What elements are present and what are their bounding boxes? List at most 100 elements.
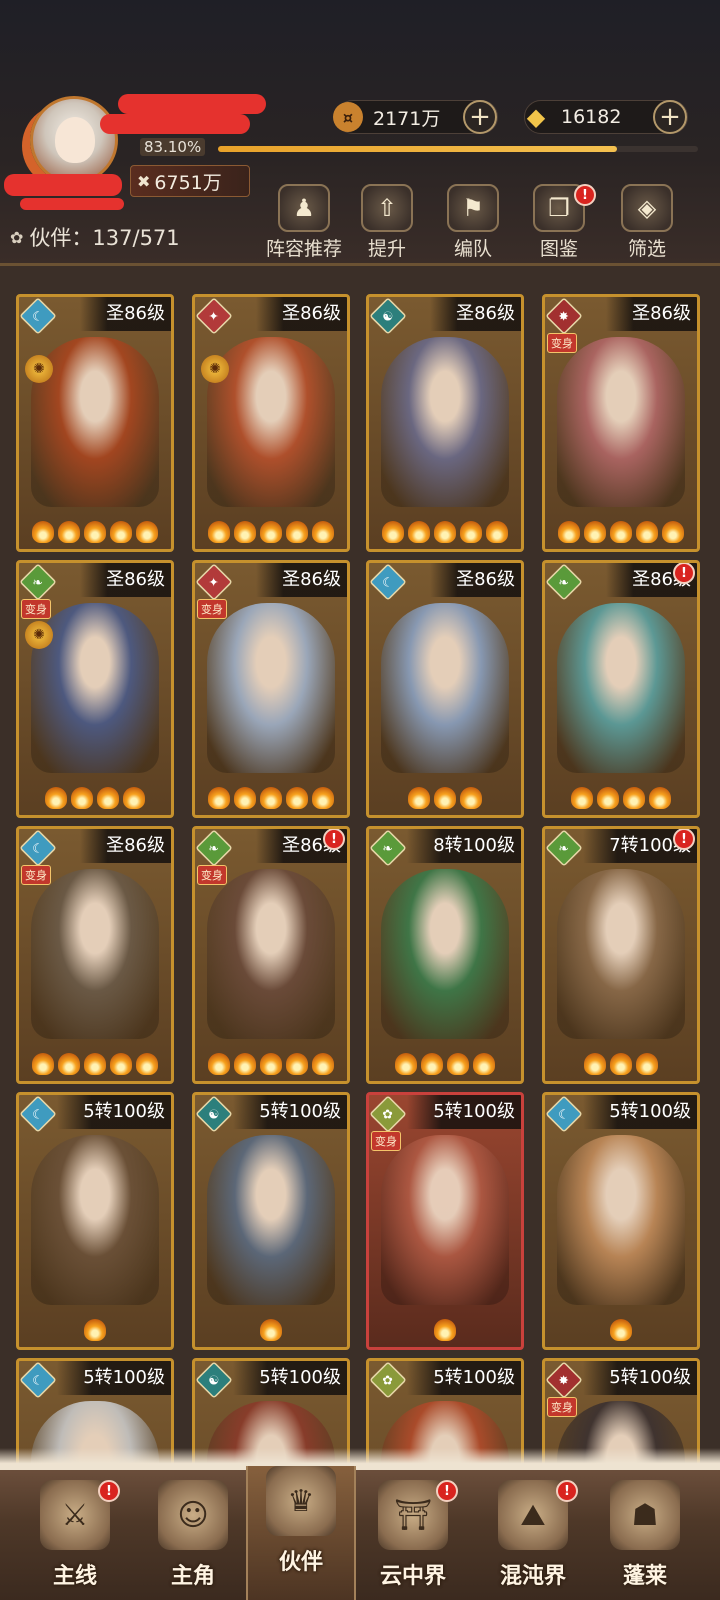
element-icon: ❧ — [195, 829, 233, 867]
flame-icon — [71, 787, 93, 809]
partner-card[interactable]: 圣86级 ✦ ✺ — [192, 294, 350, 552]
partner-level: 圣86级 — [606, 297, 697, 331]
transform-tag: 变身 — [371, 1131, 401, 1151]
partner-card[interactable]: 5转100级 ☯ — [192, 1092, 350, 1350]
flame-icon — [286, 1053, 308, 1075]
flame-icon — [208, 1053, 230, 1075]
flame-icon — [136, 521, 158, 543]
element-glyph: ☯ — [208, 1372, 220, 1388]
flame-icon — [208, 787, 230, 809]
partner-card[interactable]: 圣86级 ✸ 变身 — [542, 294, 700, 552]
partner-level: 8转100级 — [407, 829, 521, 863]
nav-protagonist[interactable]: ☺ 主角 — [138, 1480, 248, 1600]
lineup-icon: ♟ — [278, 184, 330, 232]
upgrade-button[interactable]: ⇧ 提升 — [342, 184, 432, 264]
partner-portrait — [381, 603, 509, 773]
element-glyph: ☯ — [382, 308, 394, 324]
partner-card[interactable]: 圣86级 ✦ 变身 — [192, 560, 350, 818]
main-line-label: 主线 — [52, 1564, 97, 1589]
star-flames — [195, 1319, 347, 1341]
star-flames — [19, 787, 171, 809]
nav-cloud-realm[interactable]: ⛩ 云中界! — [358, 1480, 468, 1600]
star-flames — [369, 787, 521, 809]
partner-card[interactable]: 圣86级 ❧ 变身 ✺ — [16, 560, 174, 818]
partner-card[interactable]: 5转100级 ✿ 变身 — [366, 1092, 524, 1350]
partner-count: ✿ 伙伴：137/571 — [10, 222, 180, 252]
flame-icon — [623, 787, 645, 809]
flame-icon — [32, 1053, 54, 1075]
partner-portrait — [31, 869, 159, 1039]
partner-card[interactable]: 圣86级 ☯ — [366, 294, 524, 552]
partner-level: 5转100级 — [583, 1095, 697, 1129]
bottom-nav: ⚔ 主线! ☺ 主角 ♛ 伙伴 ⛩ 云中界! ⛰ 混沌界! ☗ 蓬莱 — [0, 1448, 720, 1600]
flame-icon — [260, 1319, 282, 1341]
codex-button[interactable]: ❐ 图鉴! — [514, 184, 604, 264]
chaos-realm-label: 混沌界 — [499, 1564, 566, 1589]
nav-chaos-realm[interactable]: ⛰ 混沌界! — [478, 1480, 588, 1600]
element-icon: ✦ — [195, 297, 233, 335]
partner-card[interactable]: 圣86级 ❧! — [542, 560, 700, 818]
nav-penglai[interactable]: ☗ 蓬莱 — [590, 1480, 700, 1600]
flame-icon — [460, 521, 482, 543]
flame-icon — [58, 1053, 80, 1075]
filter-label: 筛选 — [627, 238, 666, 260]
flame-icon — [84, 521, 106, 543]
star-flames — [369, 521, 521, 543]
star-flames — [545, 521, 697, 543]
add-gold-button[interactable]: + — [653, 100, 687, 134]
flame-icon — [610, 1319, 632, 1341]
avatar[interactable] — [30, 96, 118, 184]
star-flames — [195, 787, 347, 809]
flame-icon — [110, 1053, 132, 1075]
partner-level: 5转100级 — [233, 1095, 347, 1129]
partner-card[interactable]: 8转100级 ❧ — [366, 826, 524, 1084]
upgrade-label: 提升 — [367, 238, 406, 260]
flame-icon — [649, 787, 671, 809]
flame-icon — [558, 521, 580, 543]
partner-portrait — [557, 337, 685, 507]
partner-card[interactable]: 7转100级 ❧! — [542, 826, 700, 1084]
flame-icon — [97, 787, 119, 809]
partner-card[interactable]: 圣86级 ☾ ✺ — [16, 294, 174, 552]
alert-badge: ! — [673, 563, 695, 584]
element-icon: ☾ — [19, 829, 57, 867]
element-glyph: ☾ — [558, 1106, 570, 1122]
gold-ingot-value: 16182 — [561, 106, 622, 128]
nav-partner[interactable]: ♛ 伙伴 — [246, 1466, 356, 1600]
star-flames — [369, 1319, 521, 1341]
awaken-badge-icon: ✺ — [201, 355, 229, 383]
flame-icon — [123, 787, 145, 809]
formation-button[interactable]: ⚑ 编队 — [428, 184, 518, 264]
exp-fill — [218, 146, 617, 152]
partner-grid[interactable]: 圣86级 ☾ ✺ 圣86级 ✦ ✺ 圣86级 ☯ 圣86级 ✸ 变身 圣86级 ❧ 变身 ✺ 圣86级 ✦ 变身圣… — [0, 266, 720, 1466]
flame-icon — [486, 521, 508, 543]
transform-tag: 变身 — [21, 865, 51, 885]
partner-card[interactable]: 5转100级 ☾ — [542, 1092, 700, 1350]
partner-card[interactable]: 圣86级 ❧ 变身! — [192, 826, 350, 1084]
element-icon: ✦ — [195, 563, 233, 601]
element-glyph: ☾ — [32, 308, 44, 324]
partner-card[interactable]: 圣86级 ☾ 变身 — [16, 826, 174, 1084]
flame-icon — [610, 1053, 632, 1075]
partner-level: 5转100级 — [233, 1361, 347, 1395]
partner-card[interactable]: 5转100级 ☾ — [16, 1092, 174, 1350]
star-flames — [195, 1053, 347, 1075]
lineup-label: 阵容推荐 — [265, 238, 342, 260]
awaken-badge-icon: ✺ — [25, 355, 53, 383]
filter-button[interactable]: ◈ 筛选 — [602, 184, 692, 264]
flame-icon — [110, 521, 132, 543]
add-copper-button[interactable]: + — [463, 100, 497, 134]
alert-badge: ! — [556, 1480, 578, 1502]
exp-percent: 83.10% — [140, 138, 206, 156]
element-icon: ❧ — [545, 563, 583, 601]
partner-count-text: 伙伴：137/571 — [29, 226, 180, 250]
element-glyph: ☾ — [32, 1372, 44, 1388]
gold-ingot-display: ◆ 16182 + — [524, 100, 688, 134]
partner-level: 圣86级 — [256, 297, 347, 331]
partner-card[interactable]: 圣86级 ☾ — [366, 560, 524, 818]
flame-icon — [584, 521, 606, 543]
element-icon: ☯ — [369, 297, 407, 335]
element-glyph: ✿ — [382, 1106, 394, 1122]
nav-main-line[interactable]: ⚔ 主线! — [20, 1480, 130, 1600]
alert-badge: ! — [436, 1480, 458, 1502]
